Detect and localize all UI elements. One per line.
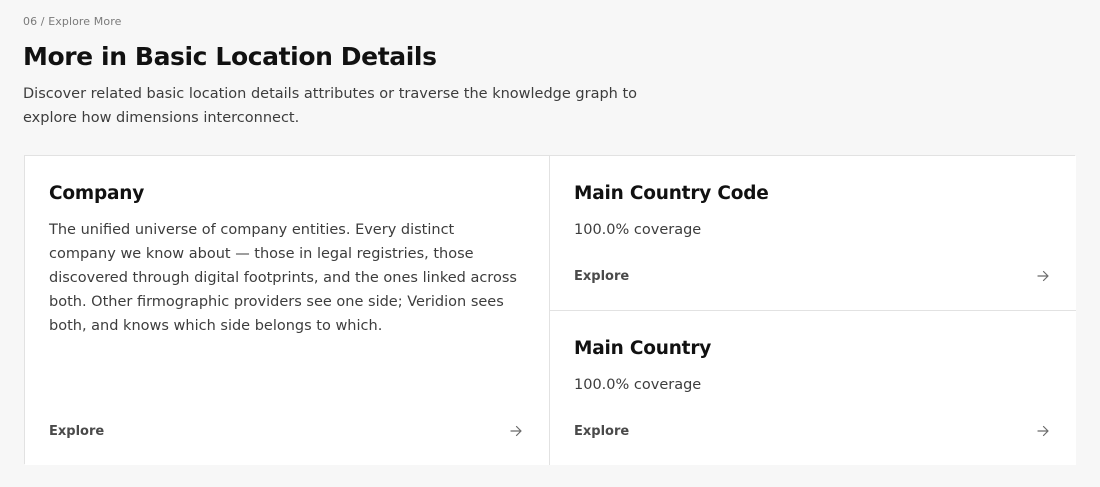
related-cards-grid: Company The unified universe of company … bbox=[24, 155, 1076, 465]
explore-link-company[interactable]: Explore bbox=[49, 421, 523, 441]
card-title: Main Country Code bbox=[574, 183, 769, 204]
explore-more-section: 06 / Explore More More in Basic Location… bbox=[0, 0, 1100, 487]
explore-link-main-country[interactable]: Explore bbox=[574, 421, 1050, 441]
card-title: Company bbox=[49, 183, 145, 204]
section-lead: Discover related basic location details … bbox=[23, 86, 638, 126]
explore-label: Explore bbox=[574, 268, 630, 284]
section-eyebrow: 06 / Explore More bbox=[23, 15, 122, 28]
card-main-country[interactable]: Main Country 100.0% coverage Explore bbox=[550, 311, 1076, 465]
card-coverage: 100.0% coverage bbox=[574, 222, 702, 238]
arrow-right-icon bbox=[1037, 270, 1049, 282]
arrow-right-icon bbox=[1037, 425, 1049, 437]
card-main-country-code[interactable]: Main Country Code 100.0% coverage Explor… bbox=[550, 156, 1076, 311]
section-title: More in Basic Location Details bbox=[23, 42, 437, 71]
explore-link-main-country-code[interactable]: Explore bbox=[574, 266, 1050, 286]
card-description: The unified universe of company entities… bbox=[49, 222, 517, 334]
explore-label: Explore bbox=[574, 423, 630, 439]
card-coverage: 100.0% coverage bbox=[574, 377, 702, 393]
arrow-right-icon bbox=[510, 425, 522, 437]
explore-label: Explore bbox=[49, 423, 105, 439]
card-title: Main Country bbox=[574, 338, 712, 359]
card-company[interactable]: Company The unified universe of company … bbox=[25, 156, 550, 465]
